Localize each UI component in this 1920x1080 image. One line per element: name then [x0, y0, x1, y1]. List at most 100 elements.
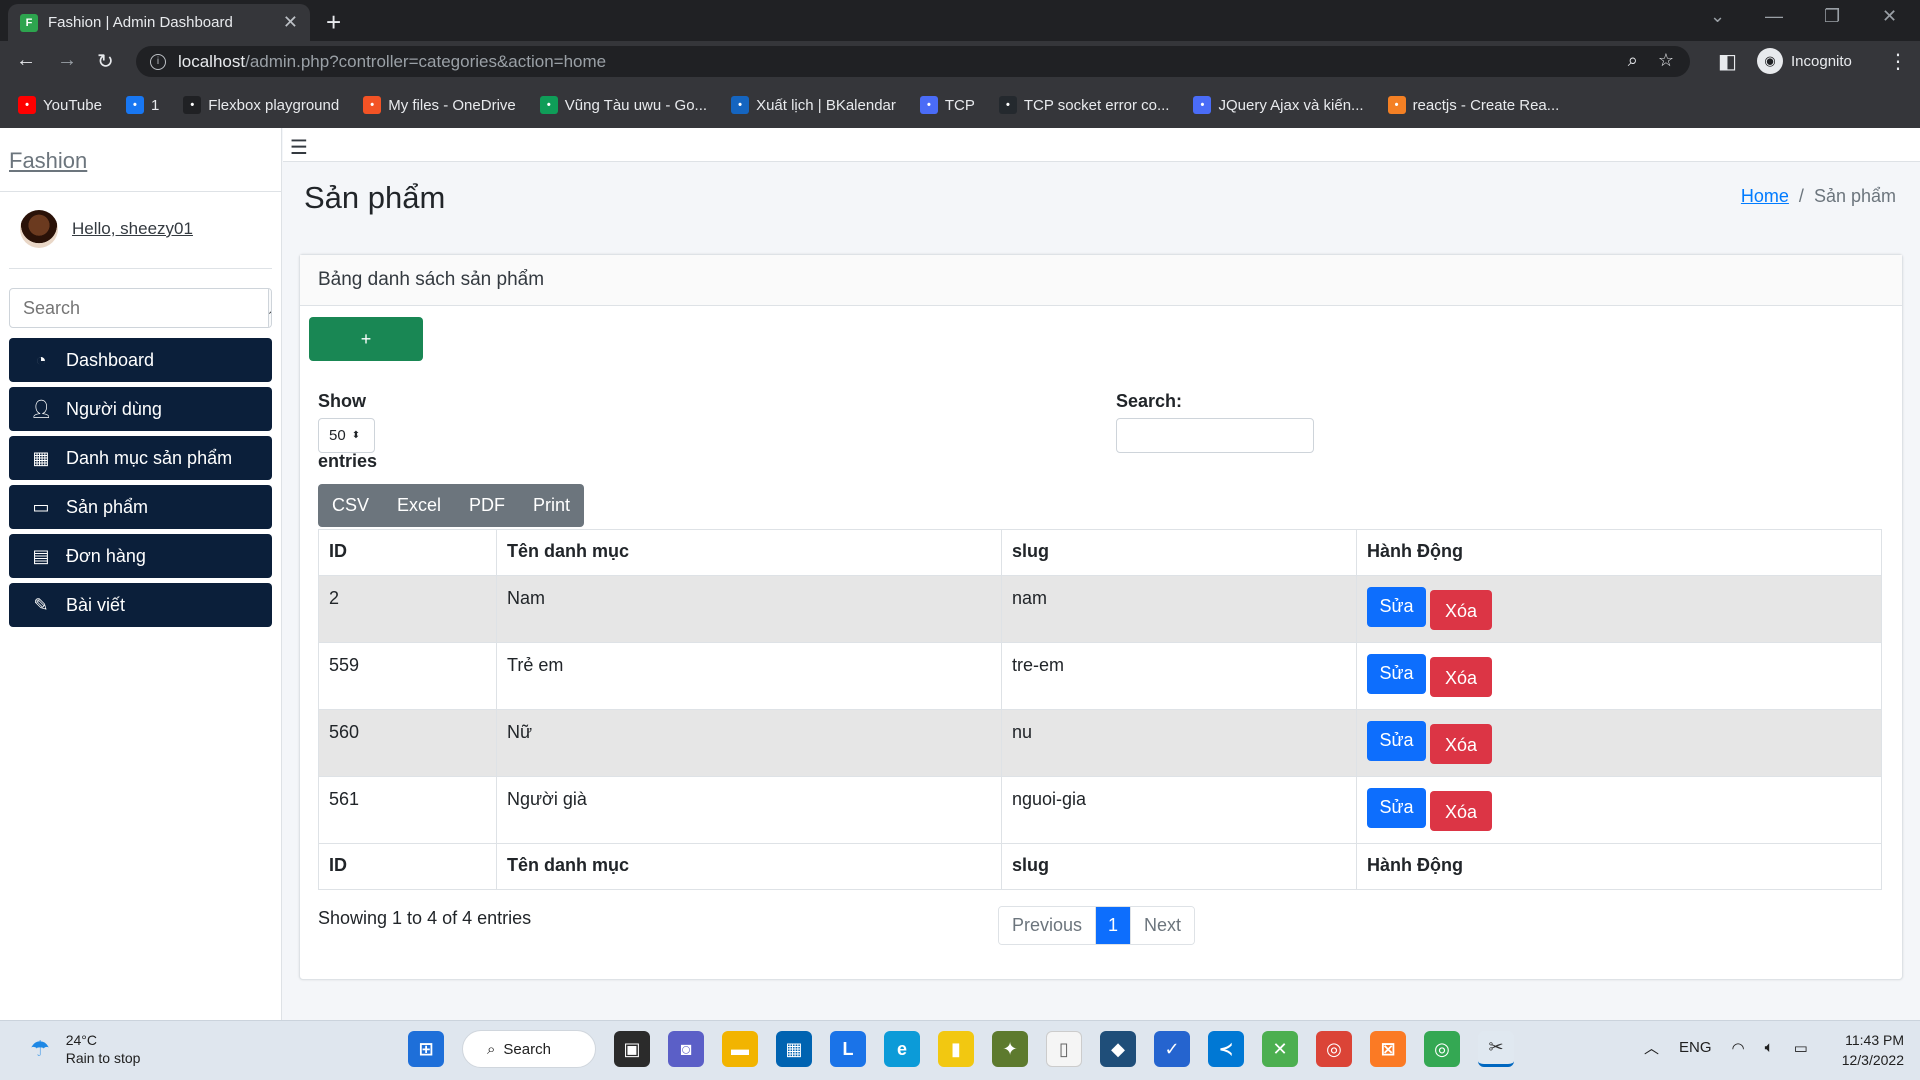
current-page-button[interactable]: 1 — [1095, 907, 1131, 944]
vscode-icon[interactable]: ≺ — [1208, 1031, 1244, 1067]
address-bar[interactable]: i localhost/admin.php?controller=categor… — [136, 46, 1690, 77]
browser-menu-icon[interactable]: ⋮ — [1888, 49, 1908, 74]
forward-icon[interactable]: → — [57, 49, 77, 72]
sidebar-item-1[interactable]: ◔ Dashboard — [9, 338, 272, 382]
xampp-icon[interactable]: ⊠ — [1370, 1031, 1406, 1067]
game-app-icon[interactable]: ✦ — [992, 1031, 1028, 1067]
bookmark-item[interactable]: • TCP socket error co... — [998, 96, 1169, 114]
chrome-incognito-icon[interactable]: ◎ — [1424, 1031, 1460, 1067]
search-icon[interactable]: ⌕ — [268, 289, 271, 327]
next-page-button[interactable]: Next — [1130, 907, 1195, 944]
cell-name: Người già — [496, 776, 1002, 844]
page-length-select[interactable]: 50 ⬍ — [318, 418, 375, 453]
file-explorer-icon[interactable]: ▬ — [722, 1031, 758, 1067]
edit-button[interactable]: Sửa — [1367, 654, 1426, 694]
new-tab-icon[interactable]: + — [326, 7, 341, 38]
column-header[interactable]: slug — [1001, 529, 1357, 576]
top-navbar: ☰ — [283, 128, 1920, 162]
sidebar-item-4[interactable]: ▭ Sản phẩm — [9, 485, 272, 529]
sidebar-item-2[interactable]: 👤︎ Người dùng — [9, 387, 272, 431]
export-button-print[interactable]: Print — [519, 484, 584, 527]
export-button-pdf[interactable]: PDF — [455, 484, 519, 527]
browser-tab[interactable]: F Fashion | Admin Dashboard ✕ — [8, 4, 310, 41]
brand-link[interactable]: Fashion — [9, 148, 87, 174]
user-name-link[interactable]: Hello, sheezy01 — [72, 219, 193, 239]
incognito-profile[interactable]: ◉ Incognito — [1757, 46, 1852, 76]
sidebar-item-label: Người dùng — [66, 398, 162, 419]
wifi-icon[interactable]: ◠ — [1732, 1039, 1745, 1057]
bookmark-item[interactable]: • JQuery Ajax và kiến... — [1193, 96, 1364, 114]
chevron-up-icon[interactable]: ︿ — [1644, 1037, 1659, 1058]
volume-icon[interactable]: 🔈︎ — [1765, 1039, 1774, 1056]
delete-button[interactable]: Xóa — [1430, 590, 1492, 630]
edit-button[interactable]: Sửa — [1367, 587, 1426, 627]
close-window-icon[interactable]: ✕ — [1882, 6, 1897, 27]
task-view-icon[interactable]: ▣ — [614, 1031, 650, 1067]
site-info-icon[interactable]: i — [150, 53, 166, 70]
sidebar-search-input[interactable] — [10, 289, 268, 327]
side-panel-icon[interactable]: ◧ — [1718, 49, 1737, 74]
cell-slug: tre-em — [1001, 642, 1357, 710]
add-button[interactable]: + — [309, 317, 423, 361]
clock[interactable]: 11:43 PM 12/3/2022 — [1842, 1030, 1904, 1070]
column-header[interactable]: ID — [318, 843, 497, 890]
weather-temp: 24°C — [65, 1032, 98, 1048]
back-icon[interactable]: ← — [16, 49, 36, 72]
browser-toolbar: ← → ↻ i localhost/admin.php?controller=c… — [0, 41, 1920, 82]
export-button-csv[interactable]: CSV — [318, 484, 383, 527]
bookmark-item[interactable]: • My files - OneDrive — [363, 96, 516, 114]
sidebar-item-5[interactable]: ▤ Đơn hàng — [9, 534, 272, 578]
weather-widget[interactable]: ☂ 24°C Rain to stop — [30, 1031, 140, 1067]
mysql-workbench-icon[interactable]: ◆ — [1100, 1031, 1136, 1067]
delete-button[interactable]: Xóa — [1430, 657, 1492, 697]
edge-icon[interactable]: e — [884, 1031, 920, 1067]
sidebar-item-label: Sản phẩm — [66, 496, 149, 517]
column-header[interactable]: Hành Động — [1356, 843, 1882, 890]
column-header[interactable]: Hành Động — [1356, 529, 1882, 576]
column-header[interactable]: ID — [318, 529, 497, 576]
breadcrumb-home-link[interactable]: Home — [1741, 186, 1789, 207]
bookmark-item[interactable]: • Xuất lịch | BKalendar — [731, 96, 896, 114]
sidebar-item-3[interactable]: ▦ Danh mục sản phẩm — [9, 436, 272, 480]
store-icon[interactable]: ▦ — [776, 1031, 812, 1067]
chrome-icon[interactable]: ◎ — [1316, 1031, 1352, 1067]
column-header[interactable]: Tên danh mục — [496, 843, 1002, 890]
bookmark-item[interactable]: • reactjs - Create Rea... — [1387, 96, 1559, 114]
edit-button[interactable]: Sửa — [1367, 721, 1426, 761]
xampp-like-icon[interactable]: ✕ — [1262, 1031, 1298, 1067]
hamburger-menu-icon[interactable]: ☰ — [290, 135, 308, 160]
minimize-icon[interactable]: — — [1765, 6, 1783, 27]
previous-page-button[interactable]: Previous — [999, 907, 1096, 944]
chat-icon[interactable]: ◙ — [668, 1031, 704, 1067]
divider — [0, 191, 282, 192]
reload-icon[interactable]: ↻ — [97, 49, 114, 74]
restore-icon[interactable]: ❐ — [1824, 6, 1840, 27]
file-icon[interactable]: ▯ — [1046, 1031, 1082, 1067]
start-icon[interactable]: ⊞ — [408, 1031, 444, 1067]
table-search-input[interactable] — [1116, 418, 1314, 453]
close-tab-icon[interactable]: ✕ — [283, 12, 298, 33]
zoom-icon[interactable]: ⌕ — [1628, 50, 1638, 71]
delete-button[interactable]: Xóa — [1430, 791, 1492, 831]
powerbi-icon[interactable]: ▮ — [938, 1031, 974, 1067]
cell-actions: Sửa Xóa — [1356, 642, 1882, 710]
battery-icon[interactable]: ▭ — [1794, 1039, 1808, 1057]
column-header[interactable]: Tên danh mục — [496, 529, 1002, 576]
tab-search-chevron-icon[interactable]: ⌄ — [1710, 6, 1725, 27]
edit-button[interactable]: Sửa — [1367, 788, 1426, 828]
bookmark-star-icon[interactable]: ☆ — [1658, 50, 1674, 71]
bookmark-item[interactable]: • 1 — [125, 96, 159, 114]
l-app-icon[interactable]: L — [830, 1031, 866, 1067]
delete-button[interactable]: Xóa — [1430, 724, 1492, 764]
sidebar-item-6[interactable]: ✎ Bài viết — [9, 583, 272, 627]
taskbar-search[interactable]: ⌕ Search — [462, 1030, 596, 1068]
export-button-excel[interactable]: Excel — [383, 484, 455, 527]
bookmark-item[interactable]: • YouTube — [18, 96, 102, 114]
bookmark-item[interactable]: • TCP — [919, 96, 975, 114]
column-header[interactable]: slug — [1001, 843, 1357, 890]
todo-icon[interactable]: ✓ — [1154, 1031, 1190, 1067]
bookmark-item[interactable]: • Vũng Tàu uwu - Go... — [539, 96, 707, 114]
language-indicator[interactable]: ENG — [1679, 1039, 1712, 1056]
bookmark-item[interactable]: • Flexbox playground — [183, 96, 339, 114]
snipping-tool-icon[interactable]: ✂ — [1478, 1031, 1514, 1067]
